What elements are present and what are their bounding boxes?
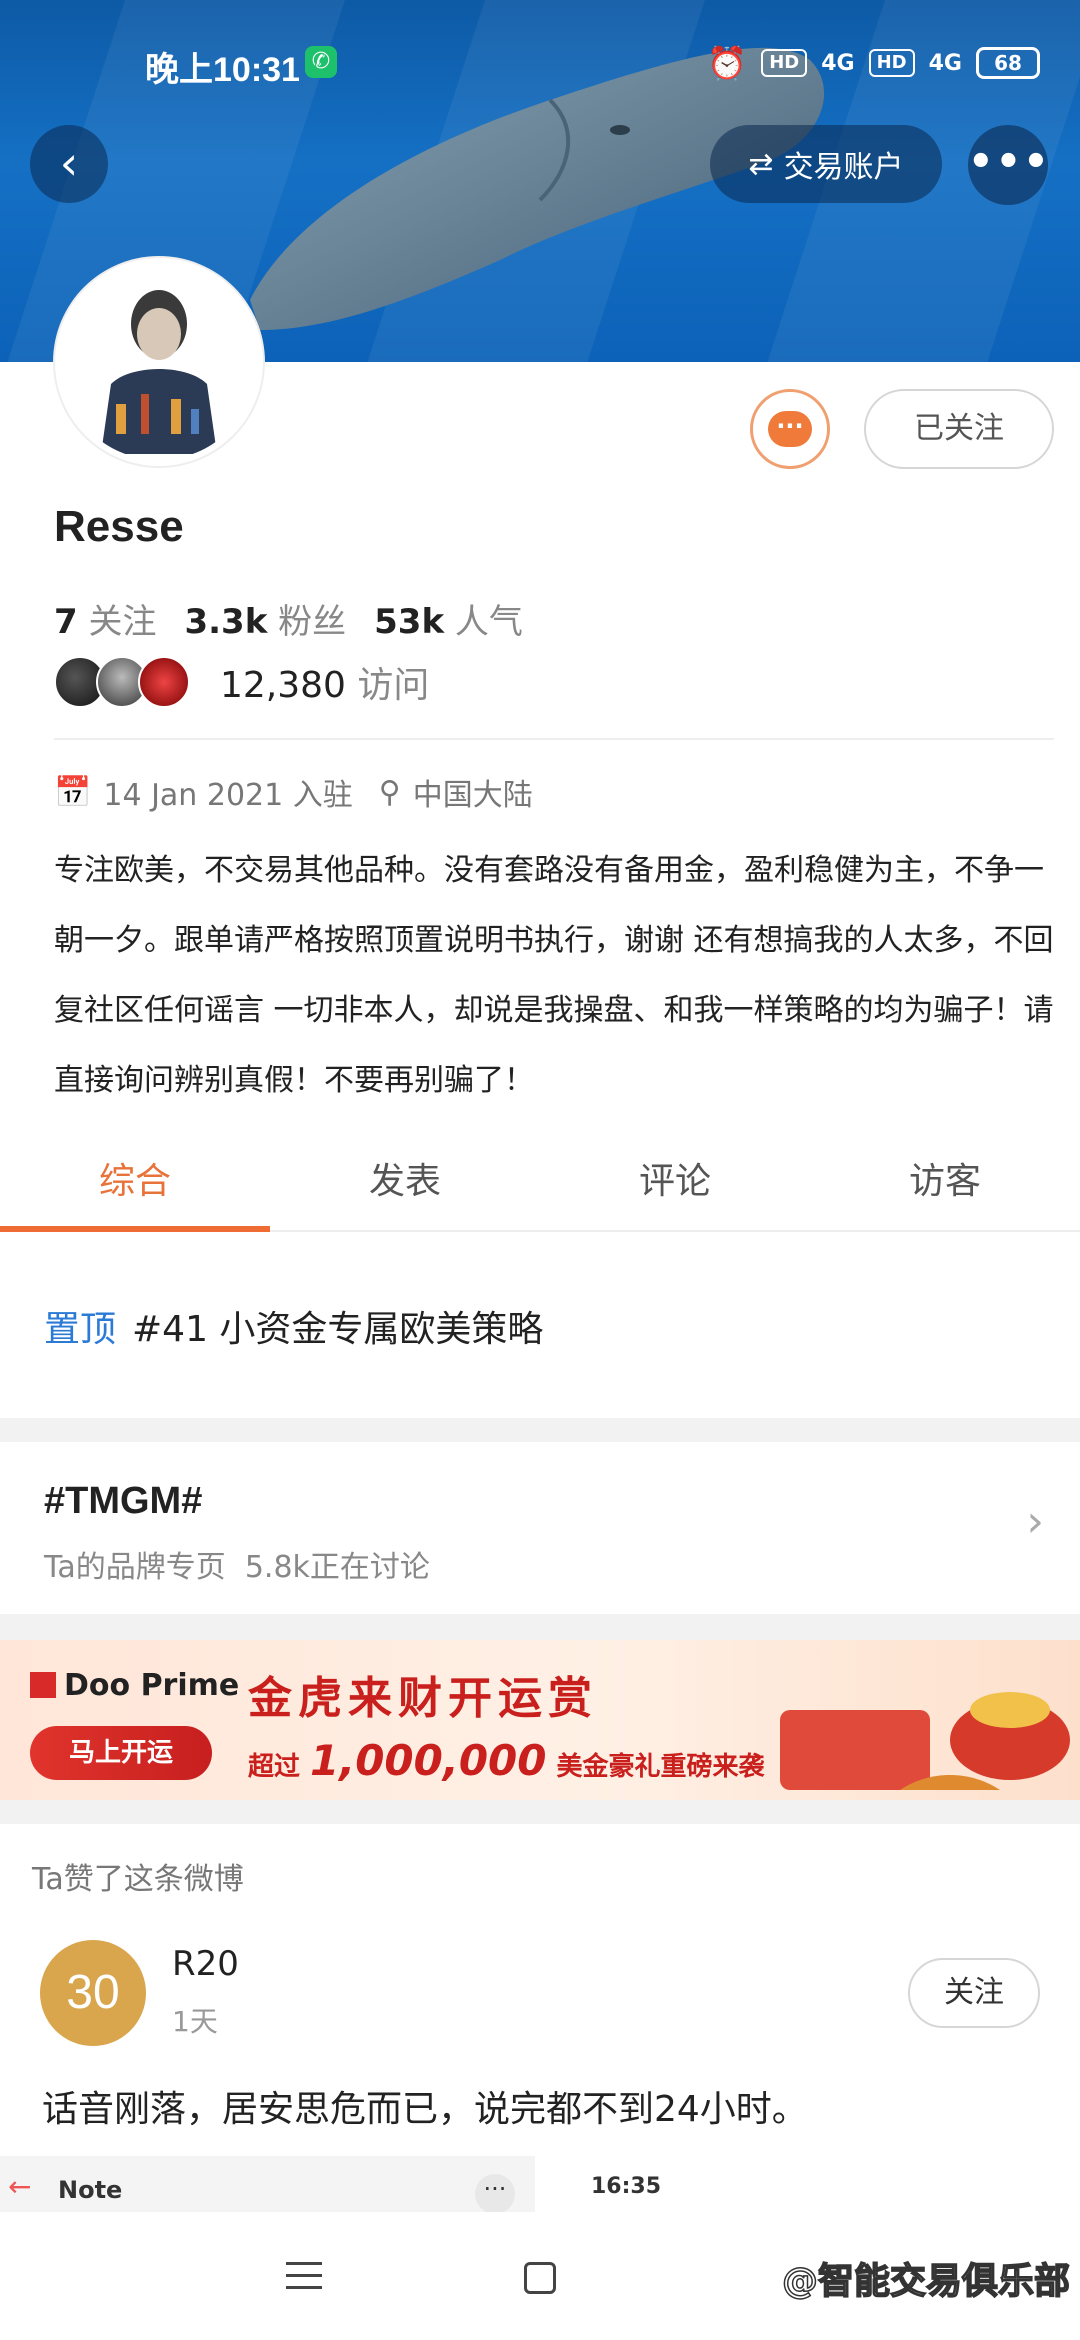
pinned-post[interactable]: 置顶 #41 小资金专属欧美策略 bbox=[44, 1300, 543, 1352]
popularity-count: 53k bbox=[374, 602, 445, 642]
brand-logo-icon bbox=[30, 1672, 56, 1698]
ad-illustration bbox=[780, 1692, 1070, 1790]
thumb-time: 16:35 bbox=[591, 2174, 662, 2199]
phone-call-icon: ✆ bbox=[305, 46, 337, 78]
post-author-avatar[interactable]: 30 bbox=[40, 1940, 146, 2046]
tab-comments[interactable]: 评论 bbox=[540, 1142, 810, 1230]
fans-count: 3.3k bbox=[184, 602, 268, 642]
popularity-label: 人气 bbox=[454, 602, 523, 642]
tab-overview[interactable]: 综合 bbox=[0, 1142, 270, 1232]
ad-brand-name: Doo Prime bbox=[64, 1668, 240, 1703]
chevron-right-icon: › bbox=[1026, 1496, 1044, 1547]
brand-topic-card[interactable]: #TMGM# Ta的品牌专页 5.8k正在讨论 › bbox=[0, 1442, 1080, 1614]
divider bbox=[54, 738, 1054, 740]
signal-icon: 4G bbox=[928, 50, 962, 76]
signal-icon: 4G bbox=[821, 50, 855, 76]
message-icon: ··· bbox=[768, 411, 812, 447]
more-button[interactable]: ••• bbox=[968, 125, 1051, 205]
fans-label: 粉丝 bbox=[278, 602, 347, 642]
profile-stats: 7 关注 3.3k 粉丝 53k 人气 bbox=[54, 594, 523, 643]
liked-notice: Ta赞了这条微博 bbox=[32, 1862, 244, 1897]
topic-title: #TMGM# bbox=[44, 1480, 203, 1522]
topic-subtitle-text: Ta的品牌专页 bbox=[44, 1550, 226, 1585]
topic-subtitle: Ta的品牌专页 5.8k正在讨论 bbox=[44, 1542, 430, 1586]
post-image[interactable]: ← Note ··· bbox=[0, 2156, 535, 2214]
thumb-title: Note bbox=[58, 2176, 123, 2204]
profile-tabs: 综合 发表 评论 访客 bbox=[0, 1142, 1080, 1232]
profile-bio: 专注欧美，不交易其他品种。没有套路没有备用金，盈利稳健为主，不争一朝一夕。跟单请… bbox=[54, 853, 1054, 1098]
tab-posts[interactable]: 发表 bbox=[270, 1142, 540, 1230]
section-gap bbox=[0, 1418, 1080, 1442]
ad-banner[interactable]: Doo Prime 马上开运 金虎来财开运赏 超过 1,000,000 美金豪礼重磅… bbox=[0, 1640, 1080, 1800]
post-follow-button[interactable]: 关注 bbox=[908, 1958, 1040, 2028]
calendar-icon: 📅 bbox=[54, 774, 92, 810]
following-stat[interactable]: 7 关注 bbox=[54, 594, 156, 643]
hd-badge: HD bbox=[761, 49, 808, 77]
ad-line: 超过 1,000,000 美金豪礼重磅来袭 bbox=[248, 1736, 765, 1785]
ad-headline: 金虎来财开运赏 bbox=[248, 1673, 598, 1724]
clock: 晚上10:31 bbox=[145, 51, 300, 89]
profile-meta: 📅 14 Jan 2021 入驻 ⚲ 中国大陆 bbox=[54, 770, 533, 814]
fans-stat[interactable]: 3.3k 粉丝 bbox=[184, 594, 346, 643]
post-author-name[interactable]: R20 bbox=[172, 1944, 239, 1984]
alarm-icon: ⏰ bbox=[707, 44, 748, 82]
location-text: 中国大陆 bbox=[412, 778, 533, 813]
ad-cta-button[interactable]: 马上开运 bbox=[30, 1726, 212, 1780]
trade-account-label: 交易账户 bbox=[783, 150, 904, 185]
visitors-row[interactable]: 12,380 访问 bbox=[54, 656, 429, 708]
followed-button[interactable]: 已关注 bbox=[864, 389, 1054, 469]
message-button[interactable]: ··· bbox=[750, 389, 830, 469]
more-icon: ··· bbox=[475, 2174, 515, 2214]
visitor-avatar bbox=[138, 656, 190, 708]
section-gap bbox=[0, 1800, 1080, 1824]
home-icon[interactable] bbox=[524, 2262, 556, 2294]
profile-name: Resse bbox=[54, 502, 184, 551]
location-icon: ⚲ bbox=[378, 774, 401, 810]
following-label: 关注 bbox=[88, 602, 157, 642]
status-bar: 晚上10:31 ✆ ⏰ HD 4G HD 4G 68 bbox=[0, 0, 1080, 130]
more-icon: ••• bbox=[968, 139, 1051, 185]
ad-line-number: 1,000,000 bbox=[310, 1736, 547, 1785]
pinned-tag: 置顶 bbox=[44, 1309, 117, 1350]
hd-badge: HD bbox=[868, 49, 915, 77]
arrow-left-icon: ← bbox=[8, 2170, 32, 2203]
trade-account-button[interactable]: ⇄ 交易账户 bbox=[710, 125, 942, 203]
watermark: @智能交易俱乐部 bbox=[781, 2260, 1071, 2303]
visits-label: 访问 bbox=[357, 665, 430, 706]
ad-brand: Doo Prime bbox=[30, 1668, 239, 1703]
chevron-left-icon: ‹ bbox=[59, 136, 79, 190]
post-time: 1天 bbox=[172, 2005, 218, 2038]
post-image[interactable]: 16:35 bbox=[545, 2156, 1080, 2212]
following-count: 7 bbox=[54, 602, 78, 642]
pinned-title: #41 小资金专属欧美策略 bbox=[132, 1309, 544, 1350]
ad-line-suffix: 美金豪礼重磅来袭 bbox=[556, 1752, 765, 1782]
popularity-stat: 53k 人气 bbox=[374, 594, 523, 643]
joined-date: 14 Jan 2021 入驻 bbox=[103, 778, 353, 813]
system-nav-bar: @智能交易俱乐部 bbox=[0, 2212, 1080, 2340]
back-button[interactable]: ‹ bbox=[30, 125, 108, 203]
menu-icon[interactable] bbox=[286, 2262, 322, 2298]
battery-indicator: 68 bbox=[976, 47, 1040, 79]
avatar[interactable] bbox=[55, 258, 263, 466]
post-images: ← Note ··· 16:35 bbox=[0, 2156, 1080, 2214]
topic-discussing: 5.8k正在讨论 bbox=[244, 1550, 430, 1585]
tab-visitors[interactable]: 访客 bbox=[810, 1142, 1080, 1230]
post-text[interactable]: 话音刚落，居安思危而已，说完都不到24小时。 bbox=[42, 2080, 808, 2132]
visits-count: 12,380 bbox=[220, 665, 346, 706]
ad-line-prefix: 超过 bbox=[248, 1752, 301, 1782]
swap-icon: ⇄ bbox=[748, 146, 774, 182]
section-gap bbox=[0, 1614, 1080, 1640]
